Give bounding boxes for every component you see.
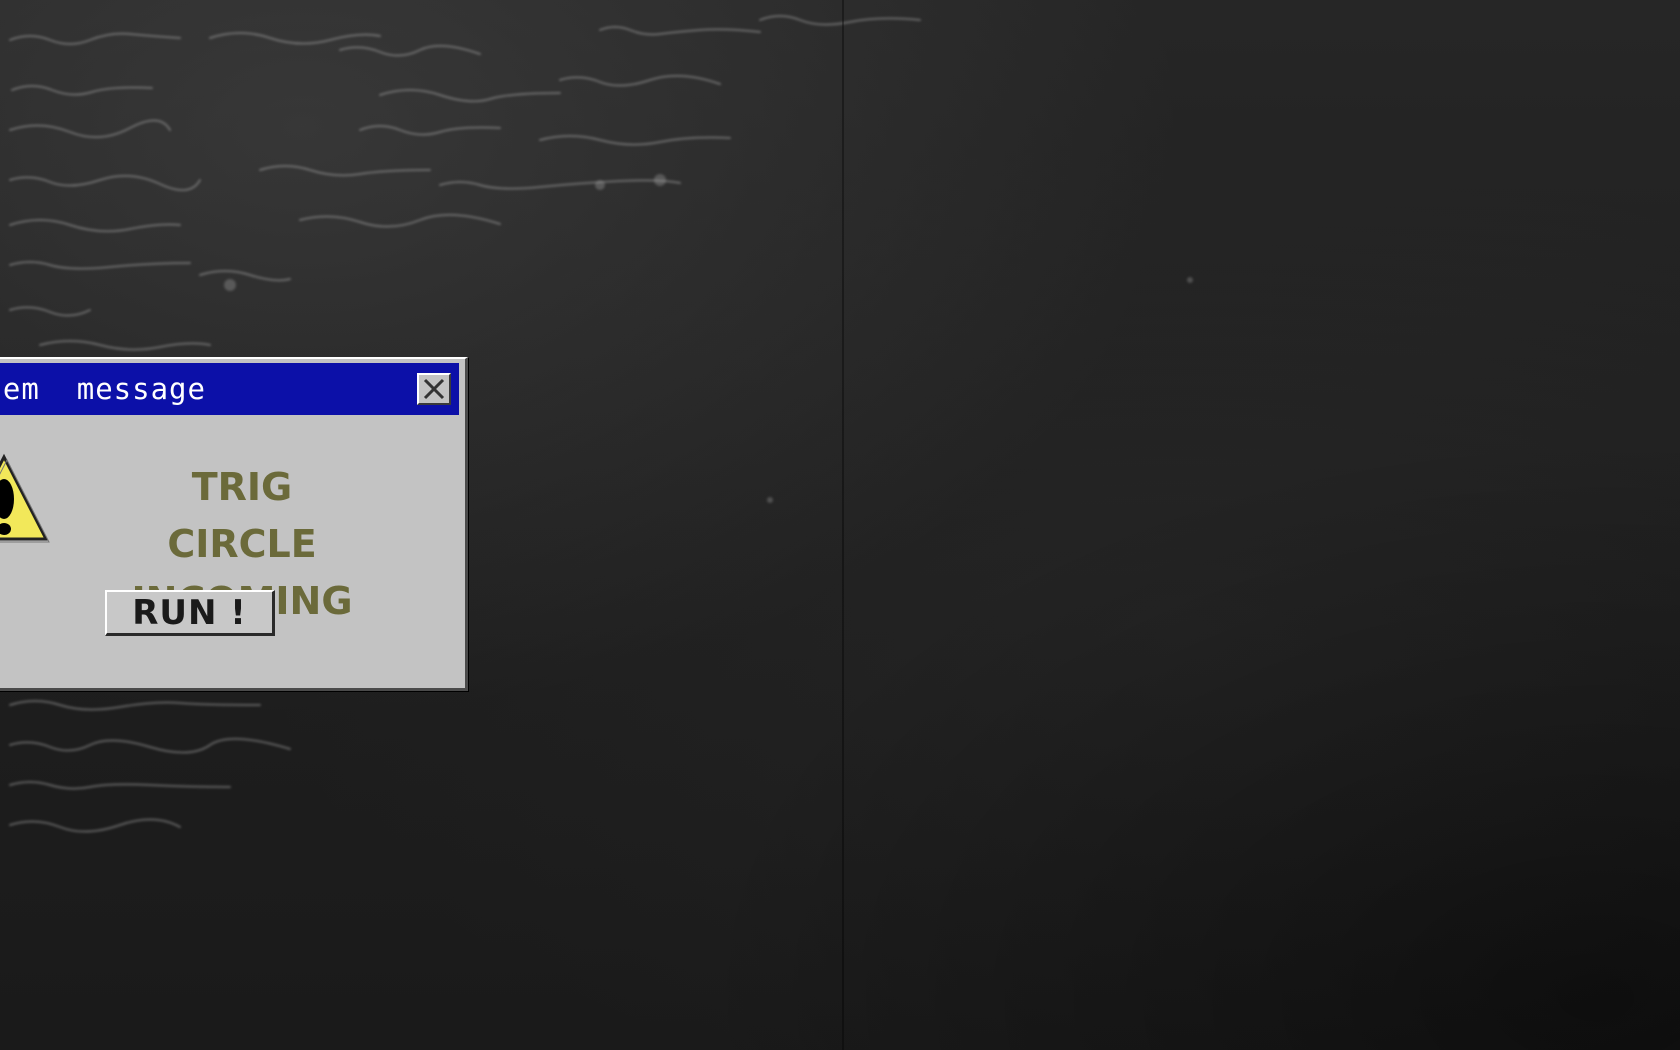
close-icon bbox=[423, 378, 445, 400]
close-button[interactable] bbox=[417, 373, 451, 405]
system-message-dialog: stem message TRIG CIRCLE INCOMING RUN ! bbox=[0, 357, 468, 691]
message-line-1: TRIG CIRCLE bbox=[167, 465, 317, 566]
board-seam bbox=[842, 0, 844, 1050]
dialog-title: stem message bbox=[0, 372, 206, 406]
warning-icon bbox=[0, 453, 50, 543]
run-button[interactable]: RUN ! bbox=[105, 590, 275, 636]
dialog-titlebar[interactable]: stem message bbox=[0, 363, 459, 415]
